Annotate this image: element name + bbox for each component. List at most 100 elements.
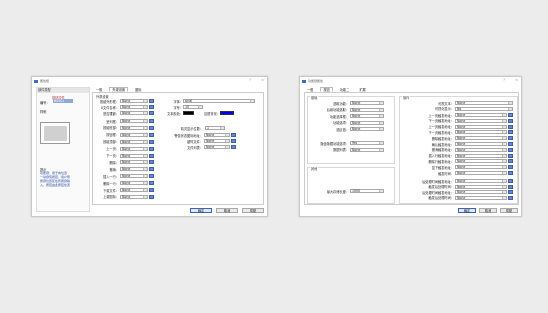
appearance-item-13-browse-button[interactable] [149,188,154,192]
op-item-8-select[interactable]: None [455,159,507,164]
cancel-button[interactable]: 取消 [216,208,238,213]
op-item-0-select[interactable]: None [455,113,507,117]
extra-item-0-browse-button[interactable] [231,133,236,137]
op-bottom-0-select[interactable]: None [455,179,507,183]
basic2-item-0-select[interactable]: Yes [350,141,384,145]
appearance-item-13-select[interactable]: None [120,188,148,192]
appearance-item-3-select[interactable]: None [120,119,148,123]
font-select[interactable]: Arial [183,99,255,103]
id-field[interactable]: B0001 [53,99,73,103]
op-item-6-browse-button[interactable] [508,147,513,152]
op-bottom-0-browse-button[interactable] [508,179,513,183]
extra-item-0-select[interactable]: None [204,133,230,137]
appearance-item-0-browse-button[interactable] [149,99,154,103]
extra-item-1-browse-button[interactable] [231,139,236,143]
extra-item-2-select[interactable]: None [204,145,230,149]
basic-item-4-select[interactable]: None [350,127,384,131]
appearance-item-5-browse-button[interactable] [149,132,154,137]
op-item-7-browse-button[interactable] [508,153,513,158]
op-item-2-select[interactable]: None [455,124,507,129]
size-select[interactable]: 10 [183,105,203,109]
appearance-item-11-select[interactable]: None [120,174,148,179]
op-item-10-select[interactable]: None [455,171,507,175]
appearance-item-0-row: 按键外形框： None [95,99,154,104]
op-bottom-2-select[interactable]: None [455,190,507,194]
appearance-item-6-browse-button[interactable] [149,139,154,144]
op-item-1-browse-button[interactable] [508,118,513,123]
op-item-3-browse-button[interactable] [508,130,513,135]
basic-item-1-select[interactable]: None [350,107,384,112]
appearance-item-14-browse-button[interactable] [149,194,154,199]
basic-item-3-select[interactable]: None [350,120,384,125]
help-button[interactable]: 帮助 [242,208,264,213]
appearance-item-12-select[interactable]: None [120,181,148,186]
appearance-item-3-row: 呈列框： None [95,119,154,124]
appearance-item-12-browse-button[interactable] [149,181,154,186]
help-button-2[interactable]: 帮助 [500,208,518,213]
op-item-8-browse-button[interactable] [508,159,513,164]
extra-item-1-select[interactable]: None [204,139,230,143]
op-bottom-2-browse-button[interactable] [508,190,513,194]
op-item-10-browse-button[interactable] [508,171,513,175]
help-icon-2[interactable]: ? [503,78,505,82]
basic-item-1-label: 后续功能选取： [326,108,349,112]
help-icon[interactable]: ? [249,78,251,82]
op-bottom-1-browse-button[interactable] [508,184,513,189]
appearance-item-8-browse-button[interactable] [149,153,154,158]
appearance-item-2-browse-button[interactable] [149,111,154,115]
op-top-1-select[interactable]: No [455,106,513,111]
appearance-item-9-select[interactable]: None [120,160,148,165]
basic-item-2-select[interactable]: None [350,114,384,118]
op-item-4-browse-button[interactable] [508,136,513,141]
appearance-item-1-label: X文件名称： [100,105,119,110]
text-color-swatch[interactable] [183,111,194,115]
op-top-0-select[interactable]: None [455,101,513,105]
op-item-0-browse-button[interactable] [508,113,513,117]
appearance-item-9-browse-button[interactable] [149,160,154,165]
appearance-item-4-browse-button[interactable] [149,125,154,130]
appearance-item-0-select[interactable]: None [120,99,148,103]
op-item-1-select[interactable]: None [455,118,507,123]
op-item-2-browse-button[interactable] [508,124,513,129]
cancel-button-2[interactable]: 取消 [479,208,497,213]
maxlen-stepper[interactable]: 1000 [350,189,384,193]
bg-color-swatch[interactable] [220,111,234,115]
appearance-item-2-select[interactable]: None [120,111,148,115]
appearance-item-3-label: 呈列框： [106,119,119,124]
appearance-item-5-row: 按钮框： None [95,132,154,137]
appearance-item-7-browse-button[interactable] [149,146,154,151]
appearance-item-7-select[interactable]: None [120,146,148,151]
decimals-stepper[interactable]: 1 [205,126,225,130]
appearance-item-1-browse-button[interactable] [149,105,154,109]
op-item-6-select[interactable]: None [455,147,507,152]
appearance-item-5-select[interactable]: None [120,132,148,137]
close-icon[interactable]: × [261,78,264,82]
basic-item-0-select[interactable]: None [350,101,384,105]
appearance-item-6-select[interactable]: None [120,139,148,144]
basic2-item-1-select[interactable]: None [350,147,384,152]
op-bottom-3-select[interactable]: None [455,195,507,200]
op-item-5-select[interactable]: None [455,142,507,146]
op-item-9-browse-button[interactable] [508,165,513,170]
appearance-item-11-browse-button[interactable] [149,174,154,179]
op-bottom-3-browse-button[interactable] [508,195,513,200]
extra-item-2-browse-button[interactable] [231,145,236,149]
appearance-item-4-select[interactable]: None [120,125,148,130]
appearance-item-14-select[interactable]: None [120,194,148,199]
close-icon-2[interactable]: × [515,78,518,82]
op-item-3-select[interactable]: None [455,130,507,135]
appearance-item-1-select[interactable]: None [120,105,148,109]
op-item-7-select[interactable]: None [455,153,507,158]
ok-button[interactable]: 确定 [190,208,212,213]
op-item-5-browse-button[interactable] [508,142,513,146]
appearance-item-10-browse-button[interactable] [149,167,154,172]
op-item-9-select[interactable]: None [455,165,507,170]
ok-button-2[interactable]: 确定 [458,208,476,213]
window-title-2: 功能键属性 [308,79,324,83]
op-item-4-select[interactable]: None [455,136,507,141]
appearance-item-8-select[interactable]: None [120,153,148,158]
appearance-item-10-select[interactable]: None [120,167,148,172]
op-item-1-label: 下一页触发地址： [428,119,455,124]
op-bottom-1-select[interactable]: None [455,184,507,189]
appearance-item-3-browse-button[interactable] [149,119,154,123]
